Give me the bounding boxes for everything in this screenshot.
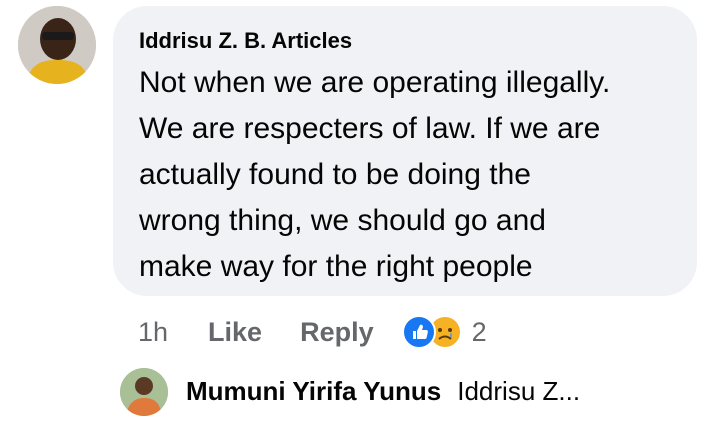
reaction-count: 2	[471, 316, 487, 347]
comment-timestamp[interactable]: 1h	[138, 317, 168, 348]
avatar-photo-icon	[18, 6, 96, 84]
reply-author-avatar[interactable]	[120, 368, 168, 416]
reply-preview-row[interactable]: Mumuni Yirifa Yunus Iddrisu Z...	[186, 376, 580, 407]
comment-author[interactable]: Iddrisu Z. B. Articles	[139, 28, 352, 54]
commenter-avatar[interactable]	[18, 6, 96, 84]
comment-text-line: We are respecters of law. If we are	[139, 112, 601, 145]
comment-text-line: make way for the right people	[139, 250, 533, 283]
comment-actions: 1h Like Reply 2	[138, 312, 487, 352]
reply-avatar-photo-icon	[120, 368, 168, 416]
comment-text-line: wrong thing, we should go and	[139, 204, 546, 237]
reaction-summary[interactable]: 2	[401, 315, 487, 349]
like-button[interactable]: Like	[208, 317, 262, 348]
reply-author-name[interactable]: Mumuni Yirifa Yunus	[186, 376, 441, 407]
comment-text-line: Not when we are operating illegally.	[139, 66, 611, 99]
comment-bubble: Iddrisu Z. B. Articles Not when we are o…	[113, 6, 697, 296]
comment-text: Not when we are operating illegally. We …	[139, 60, 689, 290]
comment-text-line: actually found to be doing the	[139, 158, 531, 191]
like-icon	[401, 315, 436, 349]
reply-preview-text: Iddrisu Z...	[457, 376, 581, 406]
reply-button[interactable]: Reply	[300, 317, 374, 348]
